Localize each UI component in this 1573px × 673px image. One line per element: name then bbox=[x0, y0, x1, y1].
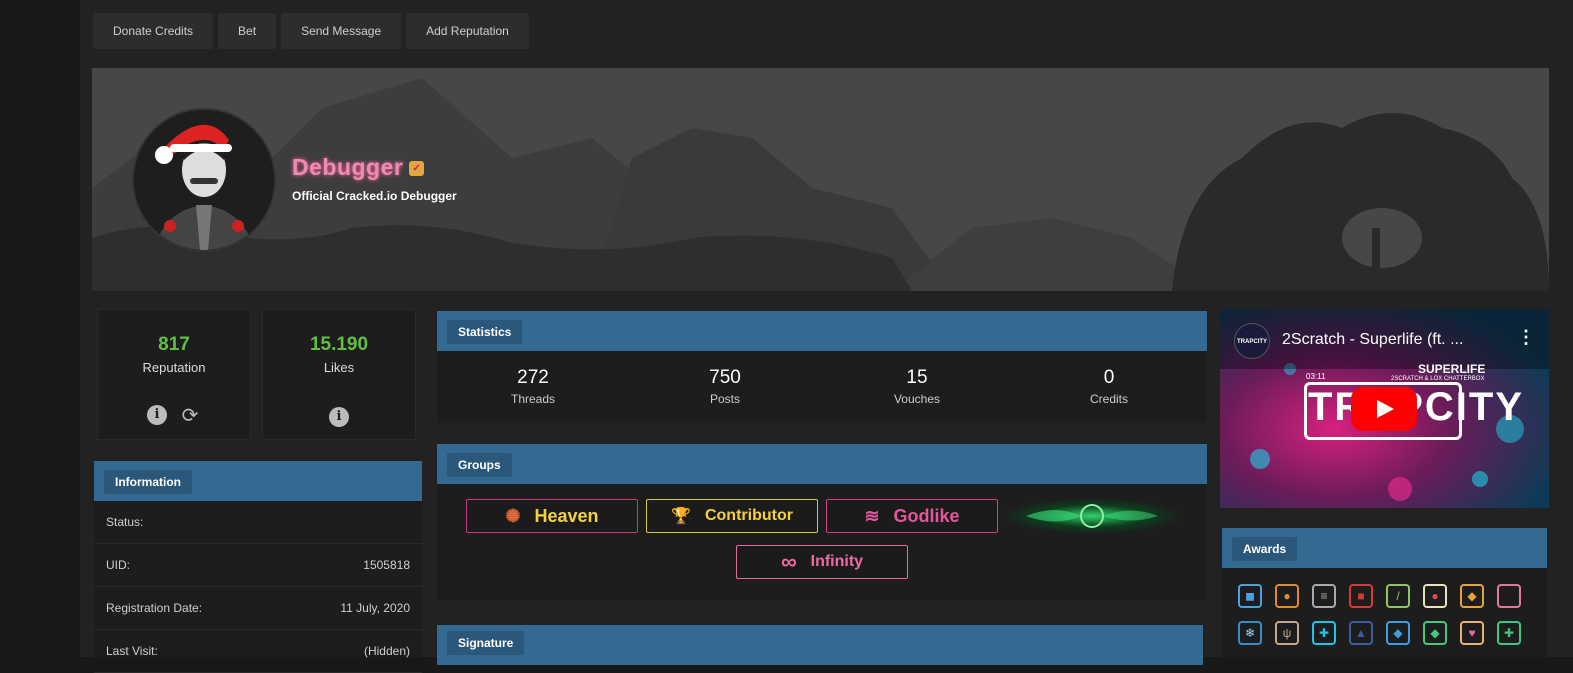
group-label: Infinity bbox=[810, 553, 864, 570]
video-overlay-title: SUPERLIFE bbox=[1418, 362, 1486, 376]
reputation-box: 817 Reputation i ⟳ bbox=[97, 309, 251, 440]
award-plus-cyan-icon[interactable]: ✚ bbox=[1312, 621, 1336, 645]
username-text: Debugger bbox=[292, 154, 404, 180]
awards-title: Awards bbox=[1232, 537, 1298, 561]
groups-panel: ✺ Heaven 🏆 Contributor ≋ Godlike ∞ Infinity bbox=[437, 484, 1207, 600]
award-coins-icon[interactable]: ≡ bbox=[1312, 584, 1336, 608]
groups-title: Groups bbox=[447, 453, 512, 477]
stat-label: Vouches bbox=[893, 392, 941, 406]
left-gutter bbox=[0, 0, 80, 657]
profile-actions: Donate Credits Bet Send Message Add Repu… bbox=[93, 13, 529, 49]
profile-banner: Debugger ✓ Official Cracked.io Debugger bbox=[92, 68, 1549, 291]
stat-value: 15 bbox=[906, 367, 928, 388]
wings-icon: ≋ bbox=[864, 505, 880, 526]
likes-value: 15.190 bbox=[309, 334, 369, 355]
info-row-uid: UID: 1505818 bbox=[94, 544, 422, 587]
likes-label: Likes bbox=[323, 360, 355, 375]
heaven-icon: ✺ bbox=[505, 505, 521, 526]
send-message-button[interactable]: Send Message bbox=[281, 13, 402, 49]
info-key: Last Visit: bbox=[106, 644, 158, 658]
group-label: Heaven bbox=[534, 505, 599, 526]
stat-vouches[interactable]: 15 Vouches bbox=[821, 367, 1013, 406]
stat-value: 0 bbox=[1103, 367, 1115, 388]
groups-header: Groups bbox=[437, 444, 1207, 484]
stat-posts[interactable]: 750 Posts bbox=[629, 367, 821, 406]
video-title[interactable]: 2Scratch - Superlife (ft. ... bbox=[1282, 331, 1463, 349]
bet-button[interactable]: Bet bbox=[218, 13, 277, 49]
info-key: Status: bbox=[106, 515, 144, 529]
award-heart-hand-icon[interactable]: ♥ bbox=[1460, 621, 1484, 645]
info-row-registration-date: Registration Date: 11 July, 2020 bbox=[94, 587, 422, 630]
award-deer-icon[interactable]: ψ bbox=[1275, 621, 1299, 645]
trophy-icon: 🏆 bbox=[671, 508, 691, 525]
donate-credits-button[interactable]: Donate Credits bbox=[93, 13, 214, 49]
video-overlay-time: 03:11 bbox=[1306, 372, 1326, 381]
stat-label: Posts bbox=[709, 392, 740, 406]
award-plus-green-icon[interactable]: ✚ bbox=[1497, 621, 1521, 645]
info-icon[interactable]: i bbox=[329, 407, 349, 427]
info-value: 11 July, 2020 bbox=[340, 601, 410, 615]
stat-credits[interactable]: 0 Credits bbox=[1013, 367, 1205, 406]
award-medal-icon[interactable]: ● bbox=[1423, 584, 1447, 608]
info-value: (Hidden) bbox=[363, 644, 410, 658]
likes-box: 15.190 Likes i bbox=[262, 309, 416, 440]
reputation-label: Reputation bbox=[142, 360, 206, 375]
group-badge-contributor[interactable]: 🏆 Contributor bbox=[646, 499, 818, 533]
profile-page: Donate Credits Bet Send Message Add Repu… bbox=[84, 0, 1573, 673]
award-hat-icon[interactable]: ▲ bbox=[1349, 621, 1373, 645]
group-label: Contributor bbox=[704, 507, 793, 524]
stat-label: Threads bbox=[510, 392, 556, 406]
award-diamond-blue-icon[interactable]: ◆ bbox=[1386, 621, 1410, 645]
username[interactable]: Debugger ✓ bbox=[292, 154, 425, 181]
group-badge-heaven[interactable]: ✺ Heaven bbox=[466, 499, 638, 533]
stat-threads[interactable]: 272 Threads bbox=[437, 367, 629, 406]
group-badge-godlike[interactable]: ≋ Godlike bbox=[826, 499, 998, 533]
avatar-image bbox=[134, 110, 274, 250]
statistics-title: Statistics bbox=[447, 320, 523, 344]
video-embed[interactable]: TRAPCITY 2Scratch - Superlife (ft. ... ⋮… bbox=[1220, 309, 1549, 508]
award-gift-icon[interactable]: ■ bbox=[1349, 584, 1373, 608]
award-blank-icon[interactable] bbox=[1497, 584, 1521, 608]
avatar[interactable] bbox=[132, 108, 276, 252]
info-icon[interactable]: i bbox=[147, 405, 167, 425]
information-title: Information bbox=[104, 470, 192, 494]
info-value: 1505818 bbox=[363, 558, 410, 572]
signature-header: Signature bbox=[437, 625, 1203, 665]
group-label: Godlike bbox=[893, 505, 960, 526]
information-panel: Status: UID: 1505818 Registration Date: … bbox=[94, 501, 422, 673]
stat-value: 272 bbox=[517, 367, 549, 388]
info-row-status: Status: bbox=[94, 501, 422, 544]
awards-panel: ◼ ● ≡ ■ / ● ◆ ❄ ψ ✚ ▲ ◆ ◆ ♥ ✚ bbox=[1222, 568, 1547, 657]
verified-badge-icon: ✓ bbox=[409, 161, 425, 177]
group-badge-infinity[interactable]: ∞ Infinity bbox=[736, 545, 908, 579]
more-options-icon[interactable]: ⋮ bbox=[1517, 327, 1535, 348]
info-key: UID: bbox=[106, 558, 130, 572]
info-key: Registration Date: bbox=[106, 601, 203, 615]
info-row-last-visit: Last Visit: (Hidden) bbox=[94, 630, 422, 673]
award-shield-icon[interactable]: ◼ bbox=[1238, 584, 1262, 608]
signature-title: Signature bbox=[447, 631, 525, 655]
information-header: Information bbox=[94, 461, 422, 501]
award-diamond-green-icon[interactable]: ◆ bbox=[1423, 621, 1447, 645]
add-reputation-button[interactable]: Add Reputation bbox=[406, 13, 529, 49]
award-chat-icon[interactable]: ● bbox=[1275, 584, 1299, 608]
award-snowflake-icon[interactable]: ❄ bbox=[1238, 621, 1262, 645]
stat-label: Credits bbox=[1089, 392, 1128, 406]
reputation-value: 817 bbox=[158, 334, 190, 355]
statistics-panel: 272 Threads 750 Posts 15 Vouches 0 Credi… bbox=[437, 351, 1207, 423]
stat-value: 750 bbox=[709, 367, 741, 388]
statistics-header: Statistics bbox=[437, 311, 1207, 351]
group-badge-green-orb[interactable] bbox=[1006, 499, 1178, 533]
channel-avatar[interactable]: TRAPCITY bbox=[1234, 323, 1270, 359]
award-gem-icon[interactable]: ◆ bbox=[1460, 584, 1484, 608]
awards-header: Awards bbox=[1222, 528, 1547, 568]
orb-graphic bbox=[1026, 504, 1158, 528]
award-brush-icon[interactable]: / bbox=[1386, 584, 1410, 608]
refresh-icon[interactable]: ⟳ bbox=[179, 405, 201, 427]
user-title: Official Cracked.io Debugger bbox=[292, 189, 457, 203]
play-button[interactable] bbox=[1351, 387, 1417, 431]
infinity-icon: ∞ bbox=[780, 549, 797, 574]
